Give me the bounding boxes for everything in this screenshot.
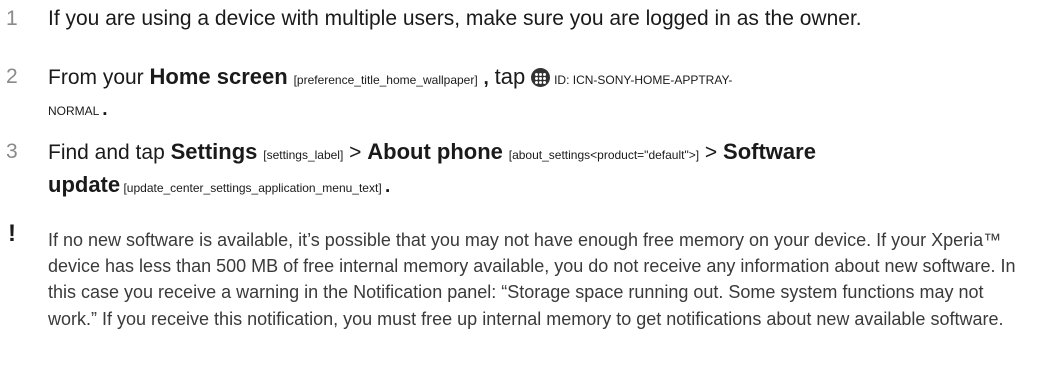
breadcrumb-separator: > — [349, 141, 362, 164]
step-text: Find and tap Settings [settings_label] >… — [48, 139, 1018, 205]
home-screen-label: Home screen — [149, 64, 288, 89]
settings-label: Settings — [170, 139, 258, 164]
app-tray-icon-id-cont: NORMAL — [48, 104, 99, 118]
step-find-text: Find and tap — [48, 141, 165, 164]
comma: , — [483, 68, 489, 89]
tap-text: tap — [494, 64, 526, 89]
software-label: Software — [723, 139, 816, 164]
period: . — [385, 176, 391, 197]
instruction-page: 1 If you are using a device with multipl… — [0, 0, 1044, 383]
home-screen-resource-id: [preference_title_home_wallpaper] — [293, 73, 478, 87]
step-text: If you are using a device with multiple … — [48, 7, 862, 30]
settings-resource-id: [settings_label] — [263, 148, 344, 162]
note-text: If no new software is available, it’s po… — [48, 230, 1016, 329]
step-2-line-2: NORMAL . — [48, 93, 1018, 128]
app-tray-icon[interactable] — [531, 68, 551, 87]
exclamation-icon: ! — [8, 220, 16, 247]
step-number: 3 — [6, 140, 18, 163]
step-number: 2 — [6, 65, 18, 88]
software-update-resource-id: [update_center_settings_application_menu… — [123, 181, 382, 195]
step-from-text: From your — [48, 66, 144, 89]
period: . — [102, 99, 108, 120]
step-text: From your Home screen [preference_title_… — [48, 64, 1018, 128]
about-phone-resource-id: [about_settings<product="default">] — [508, 148, 700, 162]
step-number: 1 — [6, 7, 18, 30]
update-label: update — [48, 172, 121, 197]
about-phone-label: About phone — [367, 139, 503, 164]
breadcrumb-separator: > — [704, 141, 718, 164]
app-tray-icon-id: ID: ICN-SONY-HOME-APPTRAY- — [554, 73, 733, 87]
step-3-line-2: update [update_center_settings_applicati… — [48, 168, 1018, 205]
